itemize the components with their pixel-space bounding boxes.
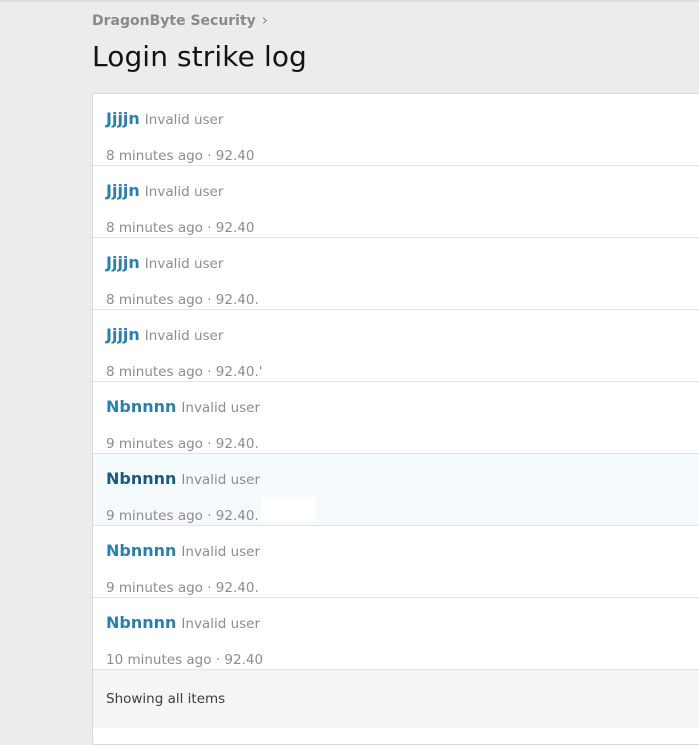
- username-link[interactable]: Nbnnnn: [106, 541, 176, 560]
- ip-address: 92.40.: [215, 508, 259, 524]
- row-header: Nbnnnn Invalid user: [106, 397, 260, 416]
- strike-time: 8 minutes ago: [106, 220, 203, 236]
- redacted-ip-mask: [260, 497, 316, 521]
- username-link[interactable]: Jjjjn: [106, 181, 140, 200]
- strike-log-row[interactable]: Jjjjn Invalid user 8 minutes ago · 92.40: [93, 166, 699, 238]
- username-link[interactable]: Nbnnnn: [106, 613, 176, 632]
- strike-time: 10 minutes ago: [106, 652, 212, 668]
- username-link[interactable]: Nbnnnn: [106, 469, 176, 488]
- page-title: Login strike log: [92, 40, 307, 73]
- row-header: Nbnnnn Invalid user: [106, 613, 260, 632]
- strike-reason: Invalid user: [181, 400, 261, 416]
- strike-time: 8 minutes ago: [106, 148, 203, 164]
- strike-time: 8 minutes ago: [106, 364, 203, 380]
- chevron-right-icon: ›: [261, 11, 268, 29]
- strike-time: 9 minutes ago: [106, 580, 203, 596]
- top-shadow: [0, 0, 699, 3]
- strike-log-row[interactable]: Nbnnnn Invalid user 9 minutes ago · 92.40.: [93, 526, 699, 598]
- breadcrumb: DragonByte Security ›: [92, 11, 268, 30]
- strike-reason: Invalid user: [144, 184, 224, 200]
- strike-log-row[interactable]: Jjjjn Invalid user 8 minutes ago · 92.40.: [93, 238, 699, 310]
- strike-log-row[interactable]: Jjjjn Invalid user 8 minutes ago · 92.40: [93, 94, 699, 166]
- strike-time: 9 minutes ago: [106, 508, 203, 524]
- showing-items-text: Showing all items: [106, 691, 226, 707]
- row-meta: 9 minutes ago · 92.40.: [106, 496, 316, 524]
- row-header: Jjjjn Invalid user: [106, 325, 223, 344]
- meta-separator: ·: [202, 508, 216, 524]
- row-header: Jjjjn Invalid user: [106, 109, 223, 128]
- strike-reason: Invalid user: [144, 256, 224, 272]
- list-footer: Showing all items: [93, 670, 699, 728]
- meta-separator: ·: [202, 220, 216, 236]
- strike-reason: Invalid user: [144, 112, 224, 128]
- username-link[interactable]: Jjjjn: [106, 253, 140, 272]
- redacted-ip-mask: [261, 569, 316, 593]
- redacted-ip-mask: [256, 209, 311, 233]
- redacted-ip-mask: [261, 425, 316, 449]
- strike-reason: Invalid user: [181, 544, 261, 560]
- ip-address: 92.40: [215, 148, 255, 164]
- row-meta: 8 minutes ago · 92.40.': [106, 352, 319, 380]
- row-meta: 8 minutes ago · 92.40.: [106, 280, 316, 308]
- strike-time: 8 minutes ago: [106, 292, 203, 308]
- strike-reason: Invalid user: [181, 472, 261, 488]
- ip-address: 92.40.': [215, 364, 263, 380]
- redacted-ip-mask: [256, 137, 311, 161]
- row-meta: 8 minutes ago · 92.40: [106, 208, 311, 236]
- redacted-ip-mask: [265, 641, 320, 665]
- ip-address: 92.40.: [215, 580, 259, 596]
- row-meta: 10 minutes ago · 92.40: [106, 640, 320, 668]
- username-link[interactable]: Jjjjn: [106, 325, 140, 344]
- row-meta: 8 minutes ago · 92.40: [106, 136, 311, 164]
- meta-separator: ·: [202, 292, 216, 308]
- strike-log-row[interactable]: Nbnnnn Invalid user 9 minutes ago · 92.40.: [93, 382, 699, 454]
- ip-address: 92.40.: [215, 292, 259, 308]
- username-link[interactable]: Jjjjn: [106, 109, 140, 128]
- username-link[interactable]: Nbnnnn: [106, 397, 176, 416]
- row-header: Jjjjn Invalid user: [106, 181, 223, 200]
- ip-address: 92.40: [224, 652, 264, 668]
- row-header: Jjjjn Invalid user: [106, 253, 223, 272]
- redacted-ip-mask: [261, 281, 316, 305]
- strike-reason: Invalid user: [181, 616, 261, 632]
- strike-log-row[interactable]: Jjjjn Invalid user 8 minutes ago · 92.40.': [93, 310, 699, 382]
- row-meta: 9 minutes ago · 92.40.: [106, 568, 316, 596]
- strike-log-list: Jjjjn Invalid user 8 minutes ago · 92.40 Jj…: [92, 93, 699, 745]
- meta-separator: ·: [202, 580, 216, 596]
- redacted-ip-mask: [264, 353, 319, 377]
- row-header: Nbnnnn Invalid user: [106, 469, 260, 488]
- strike-log-row[interactable]: Nbnnnn Invalid user 9 minutes ago · 92.40.: [93, 454, 699, 526]
- meta-separator: ·: [211, 652, 225, 668]
- strike-log-rows: Jjjjn Invalid user 8 minutes ago · 92.40 Jj…: [93, 94, 699, 670]
- strike-reason: Invalid user: [144, 328, 224, 344]
- row-meta: 9 minutes ago · 92.40.: [106, 424, 316, 452]
- ip-address: 92.40.: [215, 436, 259, 452]
- meta-separator: ·: [202, 148, 216, 164]
- meta-separator: ·: [202, 364, 216, 380]
- strike-time: 9 minutes ago: [106, 436, 203, 452]
- breadcrumb-link-dragonbyte-security[interactable]: DragonByte Security: [92, 13, 256, 29]
- strike-log-row[interactable]: Nbnnnn Invalid user 10 minutes ago · 92.40: [93, 598, 699, 670]
- meta-separator: ·: [202, 436, 216, 452]
- ip-address: 92.40: [215, 220, 255, 236]
- row-header: Nbnnnn Invalid user: [106, 541, 260, 560]
